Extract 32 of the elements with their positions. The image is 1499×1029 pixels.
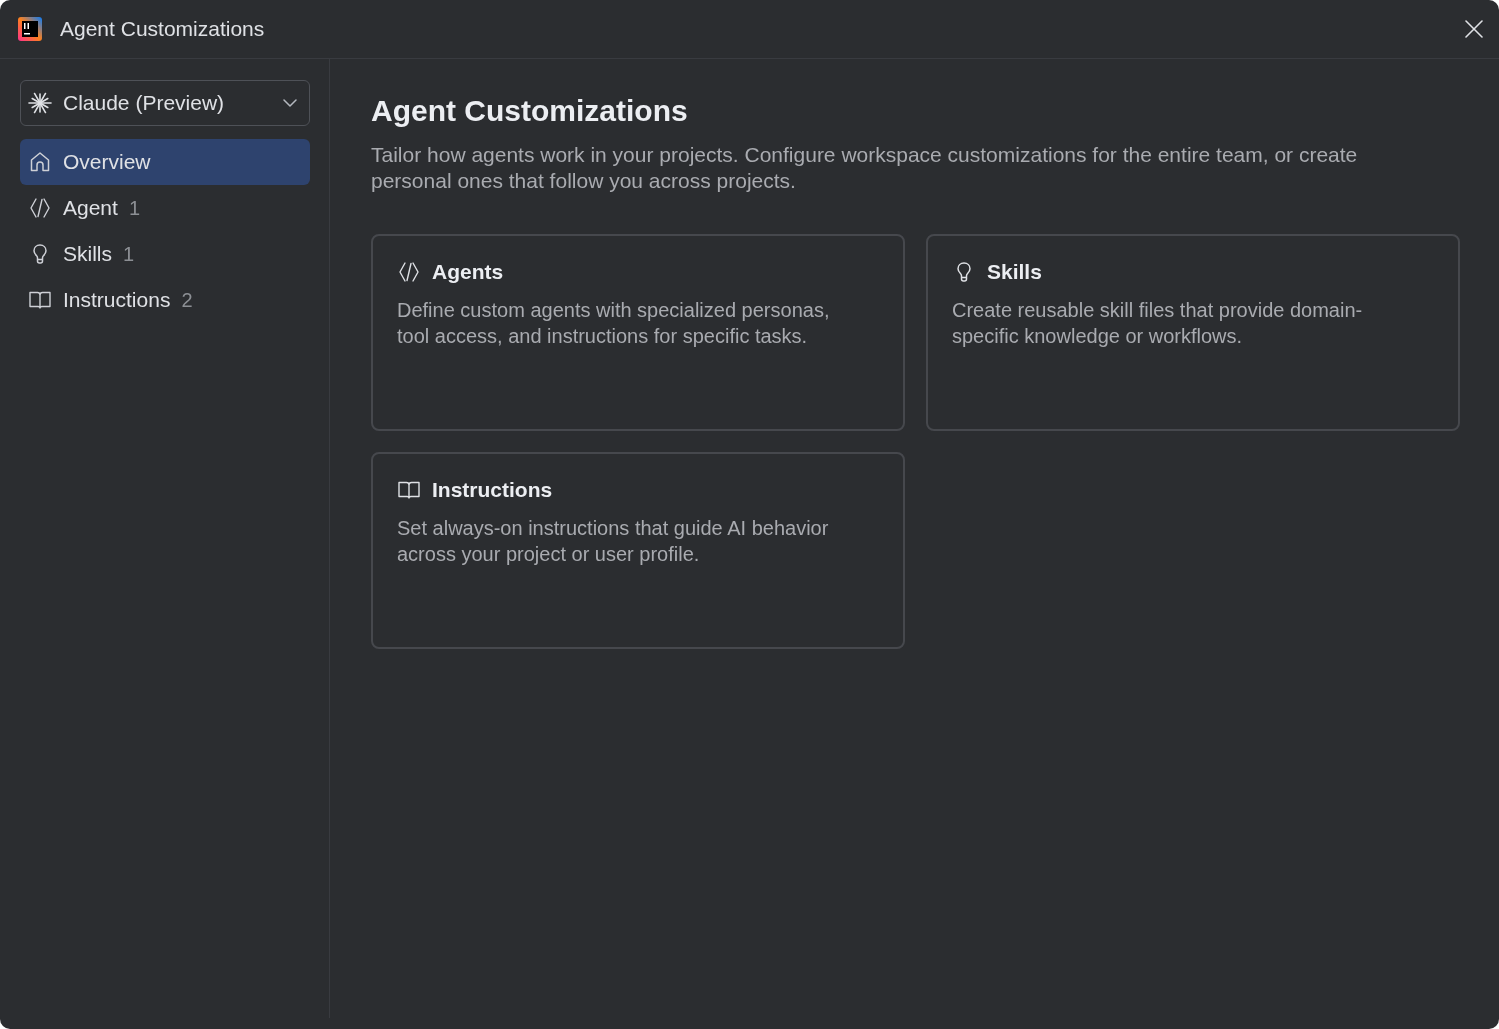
item-count: 1	[128, 196, 140, 221]
app-logo-icon	[18, 17, 42, 41]
card-description: Define custom agents with specialized personas, tool access, and instructions for specific tasks.	[397, 298, 831, 349]
card-description: Create reusable skill files that provide domain-specific knowledge or workflows.	[952, 298, 1364, 349]
sidebar-item[interactable]: Overview	[20, 139, 310, 185]
provider-dropdown[interactable]: Claude (Preview)	[20, 80, 310, 126]
item-label: Overview	[63, 149, 151, 176]
code-brackets-icon	[397, 260, 421, 284]
card-title: Skills	[987, 259, 1042, 286]
item-label: Agent	[63, 195, 118, 222]
card-title: Agents	[432, 259, 504, 286]
sidebar-item[interactable]: Agent 1	[20, 185, 310, 231]
window-title: Agent Customizations	[60, 16, 265, 43]
category-card[interactable]: Instructions Set always-on instructions that guide AI behavior across your project or user profile.	[371, 452, 905, 649]
item-count: 1	[123, 242, 135, 267]
home-icon	[28, 150, 52, 174]
close-button[interactable]	[1463, 18, 1485, 40]
category-card[interactable]: Skills Create reusable skill files that provide domain-specific knowledge or workflows.	[926, 234, 1460, 431]
item-count: 2	[181, 288, 193, 313]
page-heading: Agent Customizations	[371, 93, 689, 129]
sidebar-item[interactable]: Instructions 2	[20, 277, 310, 323]
category-card[interactable]: Agents Define custom agents with specialized personas, tool access, and instructions for specific tasks.	[371, 234, 905, 431]
item-label: Skills	[63, 241, 112, 268]
card-title: Instructions	[432, 477, 553, 504]
close-icon	[1465, 20, 1483, 38]
sparkle-icon	[28, 91, 52, 115]
item-label: Instructions	[63, 287, 171, 314]
code-brackets-icon	[28, 196, 52, 220]
chevron-down-icon	[283, 99, 297, 107]
card-description: Set always-on instructions that guide AI behavior across your project or user profile.	[397, 516, 830, 567]
sidebar-item[interactable]: Skills 1	[20, 231, 310, 277]
page-description: Tailor how agents work in your projects. Configure workspace customizations for the entire team, or create personal ones that follow you across projects.	[371, 142, 1359, 194]
